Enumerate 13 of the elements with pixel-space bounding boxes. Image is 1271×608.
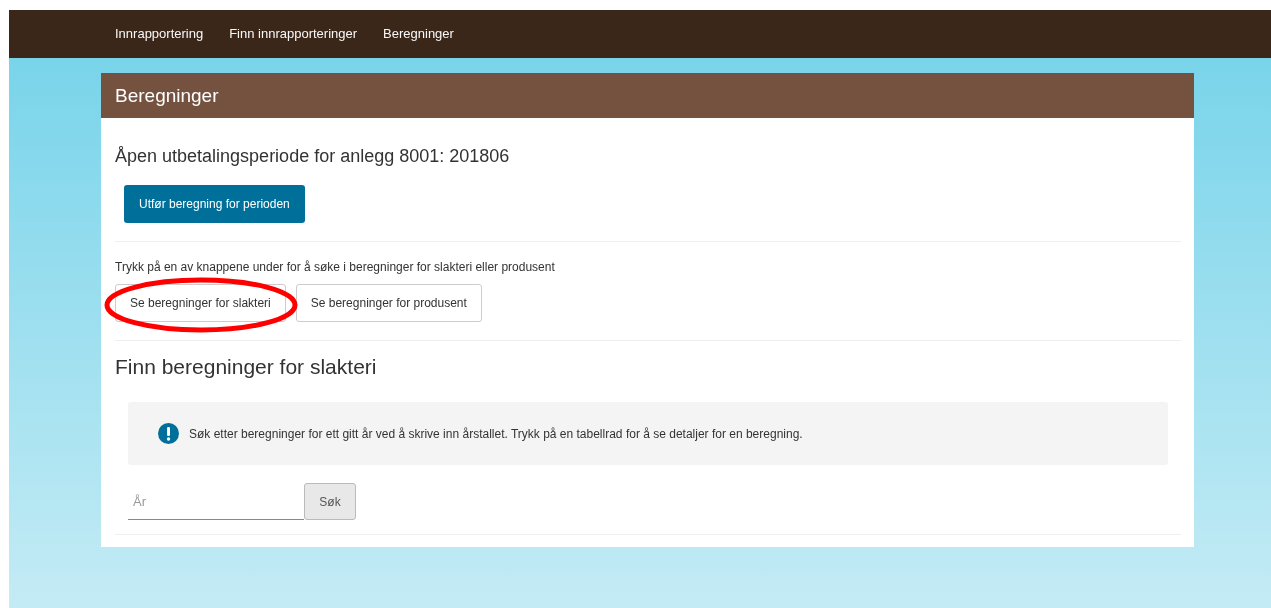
period-heading: Åpen utbetalingsperiode for anlegg 8001: 201806 (115, 146, 511, 167)
view-calculations-button[interactable]: Se beregninger for slakteri (115, 284, 286, 322)
run-calculation-button[interactable]: Utfør beregning for perioden (124, 185, 305, 223)
info-text: Søk etter beregninger for ett gitt år ved å skrive inn årstallet. Trykk på en tabellrad for å se detaljer for en beregning. (189, 426, 803, 441)
search-button[interactable]: Søk (304, 483, 356, 520)
nav-link[interactable]: Finn innrapporteringer (229, 25, 358, 43)
nav-link[interactable]: Innrapportering (115, 25, 204, 43)
instruction-text: Trykk på en av knappene under for å søke i beregninger for slakteri eller produsent (115, 260, 556, 274)
panel-title: Beregninger (115, 84, 219, 107)
info-icon (158, 423, 179, 444)
view-calculations-button[interactable]: Se beregninger for produsent (295, 284, 482, 322)
search-heading: Finn beregninger for slakteri (115, 355, 378, 379)
nav-link[interactable]: Beregninger (383, 25, 454, 43)
